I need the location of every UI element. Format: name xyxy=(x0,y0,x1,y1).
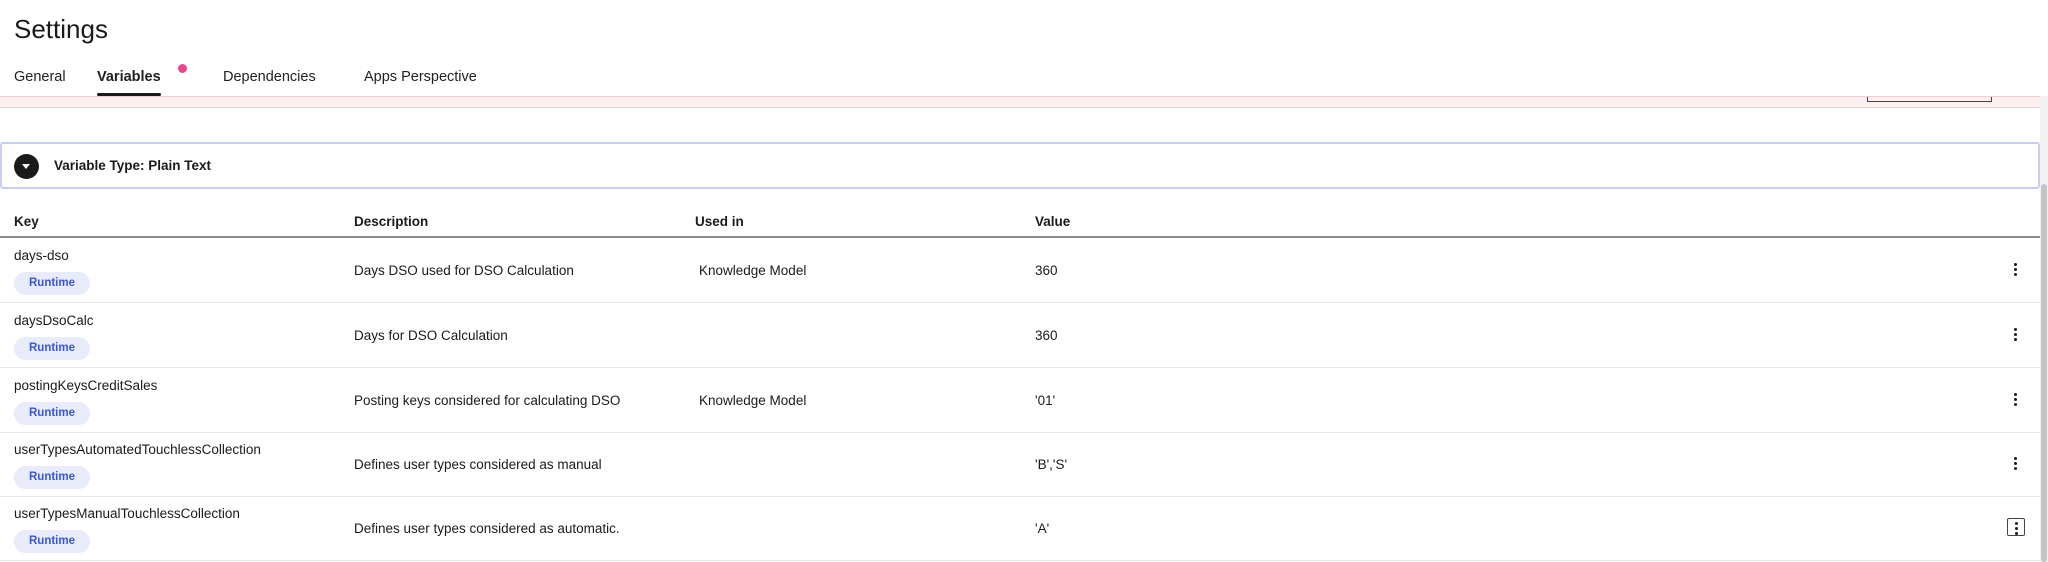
runtime-badge: Runtime xyxy=(14,337,90,360)
variable-value: '01' xyxy=(1035,393,1056,408)
runtime-badge: Runtime xyxy=(14,402,90,425)
scrollbar-thumb[interactable] xyxy=(2041,184,2047,562)
column-header-value: Value xyxy=(1035,214,1071,229)
variable-key: userTypesAutomatedTouchlessCollection xyxy=(14,442,261,457)
more-vertical-icon[interactable] xyxy=(2007,260,2025,278)
column-header-used-in: Used in xyxy=(695,214,744,229)
vertical-scrollbar[interactable] xyxy=(2040,96,2048,562)
variable-description: Defines user types considered as manual xyxy=(354,457,602,472)
variable-used-in[interactable]: Knowledge Model xyxy=(699,263,806,278)
more-vertical-icon[interactable] xyxy=(2007,325,2025,343)
table-row: userTypesManualTouchlessCollection Runti… xyxy=(0,496,2042,561)
column-header-key: Key xyxy=(14,214,39,229)
tab-general[interactable]: General xyxy=(14,62,66,96)
runtime-badge: Runtime xyxy=(14,466,90,489)
page-title: Settings xyxy=(14,14,108,44)
table-row: userTypesAutomatedTouchlessCollection Ru… xyxy=(0,432,2042,497)
variable-value: 'B','S' xyxy=(1035,457,1068,472)
variable-description: Posting keys considered for calculating … xyxy=(354,393,621,408)
variable-description: Defines user types considered as automat… xyxy=(354,521,620,536)
runtime-badge: Runtime xyxy=(14,530,90,553)
column-header-description: Description xyxy=(354,214,429,229)
runtime-badge: Runtime xyxy=(14,272,90,295)
variable-value: 360 xyxy=(1035,328,1058,343)
chevron-down-icon[interactable] xyxy=(14,154,39,179)
variable-key: userTypesManualTouchlessCollection xyxy=(14,506,240,521)
table-row: days-dso Runtime Days DSO used for DSO C… xyxy=(0,238,2042,303)
unsaved-indicator-dot xyxy=(178,64,187,73)
more-vertical-icon[interactable] xyxy=(2007,454,2025,472)
tab-variables-label: Variables xyxy=(97,69,161,85)
tab-variables[interactable]: Variables xyxy=(97,62,161,96)
tab-apps-perspective[interactable]: Apps Perspective xyxy=(364,62,477,96)
variable-value: 360 xyxy=(1035,263,1058,278)
variable-value: 'A' xyxy=(1035,521,1050,536)
table-row: daysDsoCalc Runtime Days for DSO Calcula… xyxy=(0,303,2042,368)
group-title: Variable Type: Plain Text xyxy=(54,158,212,173)
variable-used-in[interactable]: Knowledge Model xyxy=(699,393,806,408)
variable-type-group-header[interactable]: Variable Type: Plain Text xyxy=(0,142,2040,189)
variable-description: Days for DSO Calculation xyxy=(354,328,508,343)
variable-key: postingKeysCreditSales xyxy=(14,378,158,393)
settings-tabs: General Variables Dependencies Apps Pers… xyxy=(0,62,2048,96)
more-vertical-icon[interactable] xyxy=(2007,390,2025,408)
variable-key: days-dso xyxy=(14,248,69,263)
variable-key: daysDsoCalc xyxy=(14,313,94,328)
variable-description: Days DSO used for DSO Calculation xyxy=(354,263,574,278)
alert-banner-button[interactable] xyxy=(1867,97,1992,102)
table-row: postingKeysCreditSales Runtime Posting k… xyxy=(0,368,2042,433)
tab-dependencies[interactable]: Dependencies xyxy=(223,62,316,96)
more-vertical-icon[interactable] xyxy=(2007,518,2025,536)
alert-banner xyxy=(0,96,2042,108)
